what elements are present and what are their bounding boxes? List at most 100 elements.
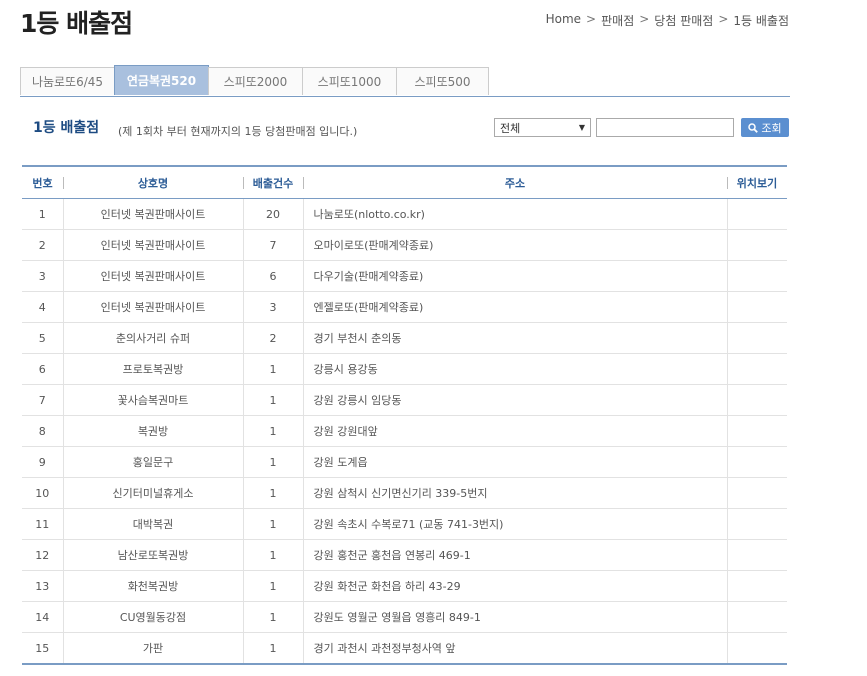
table-row: 8 복권방 1 강원 강원대앞 [22,415,787,447]
row-win-count: 6 [242,260,303,292]
row-win-count: 1 [242,477,303,509]
tab-pension520[interactable]: 연금복권520 [114,65,209,95]
table-body: 1 인터넷 복권판매사이트 20 나눔로또(nlotto.co.kr) 2 인터넷 복권판… [22,198,787,664]
row-shop-name: 인터넷 복권판매사이트 [62,229,243,261]
row-number: 4 [22,291,63,323]
row-location-cell [726,291,787,323]
header-shop-name: 상호명 [63,166,243,199]
row-number: 5 [22,322,63,354]
row-address: 다우기술(판매계약종료) [302,260,727,292]
section-title: 1등 배출점 [33,120,100,136]
row-address: 강원 도계읍 [302,446,727,478]
table-row: 1 인터넷 복권판매사이트 20 나눔로또(nlotto.co.kr) [22,198,787,230]
row-number: 10 [22,477,63,509]
breadcrumb-winning-shop[interactable]: 당첨 판매점 [654,12,713,29]
row-shop-name: 춘의사거리 슈퍼 [62,322,243,354]
breadcrumb-current: 1등 배출점 [733,14,789,28]
chevron-right-icon: > [718,12,729,26]
row-number: 3 [22,260,63,292]
table-row: 5 춘의사거리 슈퍼 2 경기 부천시 춘의동 [22,322,787,354]
magnifier-icon [748,122,759,133]
breadcrumb-shop[interactable]: 판매점 [601,12,634,29]
tab-lotto645[interactable]: 나눔로또6/45 [20,67,115,95]
row-win-count: 3 [242,291,303,323]
breadcrumb-home[interactable]: Home [546,12,581,29]
row-number: 12 [22,539,63,571]
row-shop-name: 인터넷 복권판매사이트 [62,198,243,230]
table-row: 14 CU영월동강점 1 강원도 영월군 영월읍 영흥리 849-1 [22,601,787,633]
header-location: 위치보기 [727,166,787,199]
row-shop-name: 홍일문구 [62,446,243,478]
region-select-value: 전체 [500,121,521,135]
search-input[interactable] [596,118,734,137]
chevron-right-icon: > [586,12,597,26]
section-description: (제 1회차 부터 현재까지의 1등 당첨판매점 입니다.) [118,125,358,138]
row-number: 8 [22,415,63,447]
tab-speetto500[interactable]: 스피또500 [396,67,489,95]
row-address: 강원 강릉시 임당동 [302,384,727,416]
table-row: 11 대박복권 1 강원 속초시 수복로71 (교동 741-3번지) [22,508,787,540]
row-shop-name: 남산로또복권방 [62,539,243,571]
header-number: 번호 [22,166,63,199]
row-win-count: 1 [242,508,303,540]
table-row: 7 꽃사슴복권마트 1 강원 강릉시 임당동 [22,384,787,416]
table-row: 9 홍일문구 1 강원 도계읍 [22,446,787,478]
search-button[interactable]: 조회 [741,118,789,137]
row-location-cell [726,508,787,540]
row-location-cell [726,632,787,664]
row-address: 강원도 영월군 영월읍 영흥리 849-1 [302,601,727,633]
row-location-cell [726,477,787,509]
row-win-count: 20 [242,198,303,230]
row-shop-name: 신기터미널휴게소 [62,477,243,509]
row-number: 11 [22,508,63,540]
row-address: 경기 부천시 춘의동 [302,322,727,354]
row-address: 엔젤로또(판매계약종료) [302,291,727,323]
row-location-cell [726,260,787,292]
tab-speetto1000[interactable]: 스피또1000 [302,67,397,95]
triangle-down-icon: ▼ [578,123,585,132]
breadcrumb: Home > 판매점 > 당첨 판매점 > 1등 배출점 [546,12,789,29]
row-address: 강원 강원대앞 [302,415,727,447]
row-number: 7 [22,384,63,416]
row-number: 2 [22,229,63,261]
row-win-count: 1 [242,632,303,664]
row-shop-name: 인터넷 복권판매사이트 [62,291,243,323]
row-shop-name: 프로토복권방 [62,353,243,385]
row-address: 강원 삼척시 신기면신기리 339-5번지 [302,477,727,509]
row-address: 강원 홍천군 홍천읍 연봉리 469-1 [302,539,727,571]
winning-shop-table: 번호 상호명 배출건수 주소 위치보기 1 인터넷 복권판매사이트 20 나눔로또(n… [22,165,787,665]
tab-speetto2000[interactable]: 스피또2000 [208,67,303,95]
row-shop-name: 화천복권방 [62,570,243,602]
region-select[interactable]: 전체 ▼ [494,118,591,137]
header-address: 주소 [303,166,727,199]
row-win-count: 1 [242,539,303,571]
page-title: 1등 배출점 [20,9,133,38]
row-number: 9 [22,446,63,478]
row-address: 오마이로또(판매계약종료) [302,229,727,261]
row-win-count: 1 [242,601,303,633]
table-row: 13 화천복권방 1 강원 화천군 화천읍 하리 43-29 [22,570,787,602]
row-location-cell [726,353,787,385]
row-address: 강원 속초시 수복로71 (교동 741-3번지) [302,508,727,540]
row-location-cell [726,322,787,354]
search-button-label: 조회 [761,121,782,135]
row-shop-name: 꽃사슴복권마트 [62,384,243,416]
row-win-count: 1 [242,570,303,602]
row-address: 강릉시 용강동 [302,353,727,385]
row-location-cell [726,601,787,633]
table-row: 15 가판 1 경기 과천시 과천정부청사역 앞 [22,632,787,664]
row-location-cell [726,415,787,447]
row-location-cell [726,384,787,416]
row-win-count: 1 [242,353,303,385]
row-shop-name: CU영월동강점 [62,601,243,633]
row-number: 15 [35,641,50,655]
row-shop-name: 가판 [62,632,243,664]
table-row: 12 남산로또복권방 1 강원 홍천군 홍천읍 연봉리 469-1 [22,539,787,571]
chevron-right-icon: > [639,12,650,26]
row-location-cell [726,198,787,230]
row-location-cell [726,539,787,571]
row-win-count: 7 [242,229,303,261]
row-shop-name: 복권방 [62,415,243,447]
row-number: 1 [22,198,63,230]
row-win-count: 1 [242,446,303,478]
